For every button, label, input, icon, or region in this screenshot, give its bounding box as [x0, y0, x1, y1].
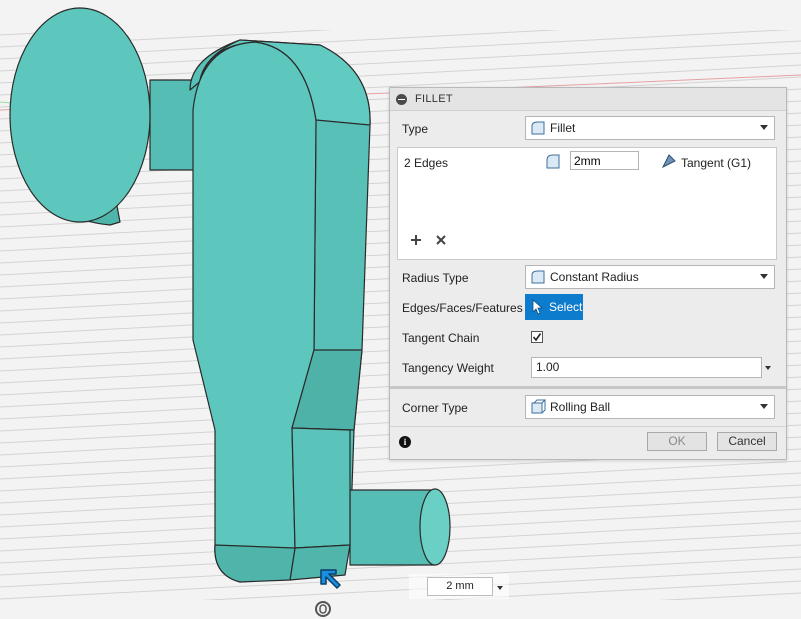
fillet-type-icon	[531, 121, 545, 135]
heads-up-radius-input[interactable]: 2 mm	[427, 577, 493, 596]
constant-radius-icon	[531, 270, 545, 284]
fillet-manipulator-arrow-icon[interactable]	[318, 566, 342, 592]
radius-icon	[546, 154, 560, 169]
checkbox-icon	[532, 333, 542, 342]
type-label: Type	[402, 122, 429, 136]
type-value: Fillet	[550, 121, 576, 135]
ok-button[interactable]: OK	[647, 432, 707, 451]
radius-input[interactable]	[570, 151, 639, 170]
tangent-chain-checkbox[interactable]	[531, 331, 543, 343]
edges-count: 2 Edges	[404, 156, 449, 170]
cursor-icon	[532, 299, 544, 315]
add-icon[interactable]	[410, 234, 422, 246]
corner-type-dropdown[interactable]: Rolling Ball	[525, 395, 775, 419]
orbit-icon[interactable]	[312, 600, 334, 619]
tangency-weight-label: Tangency Weight	[402, 361, 494, 375]
tangent-icon	[661, 154, 676, 169]
radius-type-value: Constant Radius	[550, 270, 639, 284]
footer-divider	[390, 426, 786, 427]
corner-type-label: Corner Type	[402, 401, 468, 415]
select-label: Select	[549, 300, 583, 314]
chevron-down-icon	[760, 404, 768, 409]
cancel-button[interactable]: Cancel	[717, 432, 777, 451]
fillet-dialog: FILLET Type Fillet 2 Edges Tangent (G1) …	[389, 87, 787, 460]
divider	[390, 386, 786, 389]
dialog-header[interactable]: FILLET	[390, 88, 786, 111]
corner-type-value: Rolling Ball	[550, 400, 611, 414]
rolling-ball-icon	[531, 399, 546, 414]
edges-selection-box[interactable]: 2 Edges Tangent (G1)	[397, 147, 777, 260]
tangency-dropdown[interactable]: Tangent (G1)	[681, 156, 751, 170]
type-dropdown[interactable]: Fillet	[525, 116, 775, 140]
heads-up-dropdown-icon[interactable]	[497, 586, 503, 590]
collapse-icon[interactable]	[396, 93, 407, 105]
chevron-down-icon	[760, 274, 768, 279]
tangency-weight-input[interactable]: 1.00	[531, 357, 762, 378]
radius-type-label: Radius Type	[402, 271, 469, 285]
tangent-chain-label: Tangent Chain	[402, 331, 480, 345]
dialog-title: FILLET	[415, 93, 453, 105]
chevron-down-icon	[760, 125, 768, 130]
info-icon[interactable]: i	[399, 436, 411, 448]
radius-type-dropdown[interactable]: Constant Radius	[525, 265, 775, 289]
remove-icon[interactable]	[435, 234, 447, 246]
select-button[interactable]: Select	[525, 294, 583, 320]
chevron-down-icon[interactable]	[765, 366, 771, 370]
edges-faces-label: Edges/Faces/Features	[402, 301, 523, 315]
